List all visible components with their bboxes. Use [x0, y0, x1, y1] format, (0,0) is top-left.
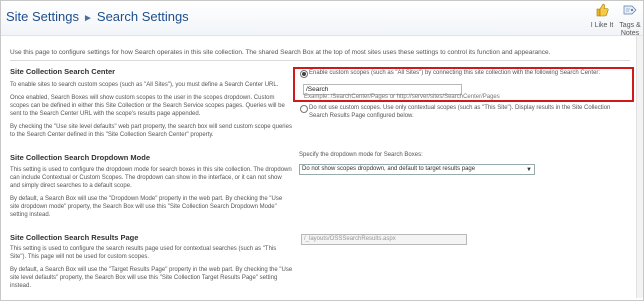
chevron-down-icon: ▼	[526, 167, 532, 173]
search-center-url-example: Example: /SearchCenter/Pages or http://s…	[304, 94, 500, 100]
results-page-url-input[interactable]: /_layouts/OSSSearchResults.aspx	[301, 234, 467, 245]
page-title: Search Settings	[96, 9, 189, 24]
description-paragraph: By default, a Search Box will use the "D…	[10, 196, 283, 218]
page-description: Use this page to configure settings for …	[10, 49, 551, 56]
ribbon-header: Site Settings ► Search Settings I Like It …	[1, 1, 644, 38]
disable-custom-scopes-radio[interactable]	[300, 105, 308, 113]
i-like-it-icon	[596, 3, 609, 17]
vertical-scrollbar[interactable]	[636, 36, 643, 298]
description-paragraph: By default, a Search Box will use the "T…	[10, 267, 293, 289]
dropdown-mode-select[interactable]: Do not show scopes dropdown, and default…	[299, 164, 535, 175]
dropdown-mode-section-title: Site Collection Search Dropdown Mode	[10, 153, 151, 162]
dropdown-mode-label: Specify the dropdown mode for Search Box…	[299, 152, 423, 158]
enable-custom-scopes-radio[interactable]	[300, 70, 308, 78]
enable-custom-scopes-label: Enable custom scopes (such as "All Sites…	[309, 70, 601, 76]
description-paragraph: Once enabled, Search Boxes will show cus…	[10, 95, 285, 117]
tags-notes-label-line1: Tags &	[619, 22, 641, 29]
tags-notes-button[interactable]: Tags & Notes	[613, 3, 644, 38]
results-page-section-title: Site Collection Search Results Page	[10, 233, 139, 242]
description-paragraph: This setting is used to configure the dr…	[10, 167, 292, 189]
breadcrumb-separator-icon: ►	[83, 13, 93, 24]
tags-notes-icon	[623, 5, 637, 15]
search-center-description: To enable sites to search custom scopes …	[10, 81, 293, 144]
search-center-section-title: Site Collection Search Center	[10, 67, 116, 76]
results-page-description: This setting is used to configure the se…	[10, 245, 293, 295]
description-paragraph: To enable sites to search custom scopes …	[10, 82, 279, 88]
breadcrumb: Site Settings ► Search Settings	[6, 9, 189, 24]
description-paragraph: By checking the "Use site level defaults…	[10, 124, 292, 138]
dropdown-mode-description: This setting is used to configure the dr…	[10, 166, 293, 224]
divider	[10, 60, 630, 61]
breadcrumb-site-settings-link[interactable]: Site Settings	[6, 9, 79, 24]
disable-custom-scopes-label: Do not use custom scopes. Use only conte…	[309, 105, 611, 119]
description-paragraph: This setting is used to configure the se…	[10, 246, 277, 260]
dropdown-mode-selected-value: Do not show scopes dropdown, and default…	[302, 166, 476, 172]
